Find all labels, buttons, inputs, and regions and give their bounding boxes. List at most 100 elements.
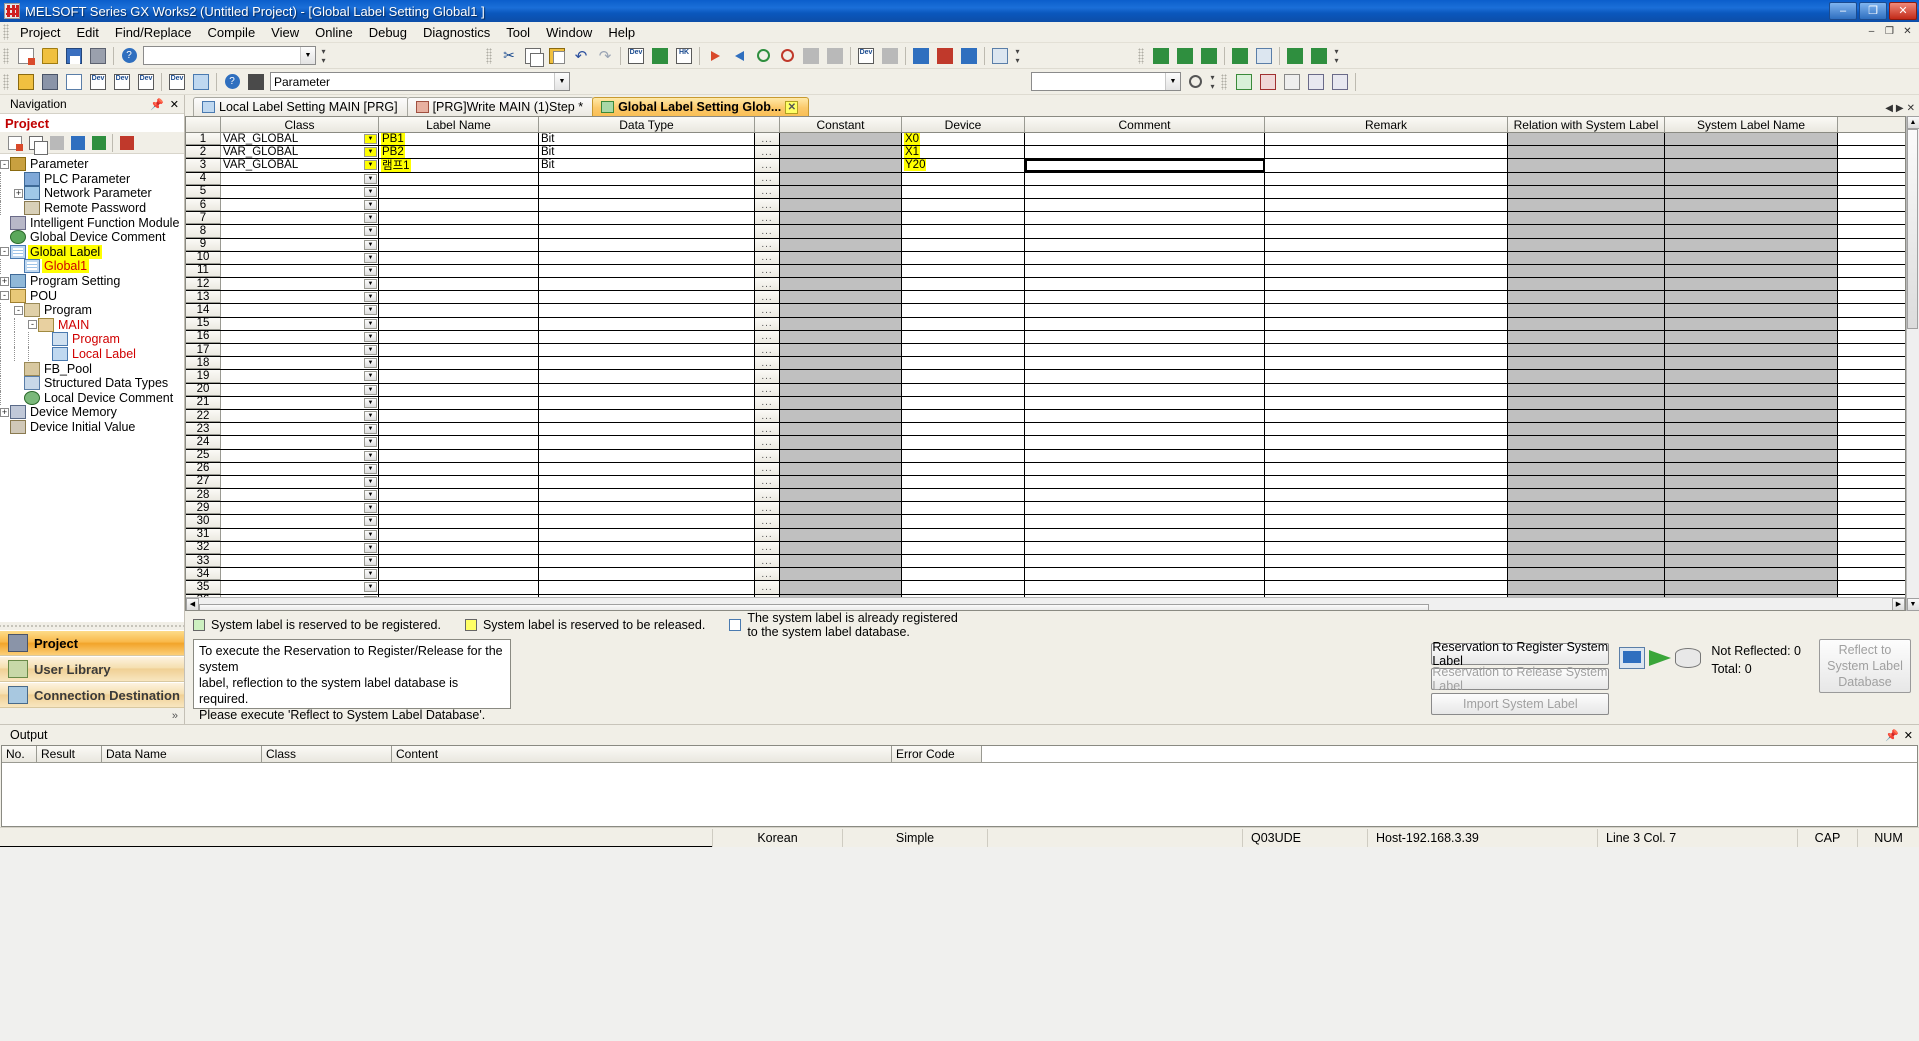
output-column-header-content[interactable]: Content: [392, 746, 892, 762]
class-dropdown-arrow-icon[interactable]: ▼: [364, 199, 377, 210]
parameter-combo[interactable]: Parameter ▼: [270, 72, 570, 91]
grid-cell-label[interactable]: [379, 291, 539, 304]
grid-cell-relation[interactable]: [1508, 291, 1665, 304]
grid-cell-constant[interactable]: [780, 278, 902, 291]
grid-cell-class[interactable]: ▼: [221, 502, 379, 515]
undo-icon[interactable]: ↶: [570, 45, 592, 67]
grid-cell-browse[interactable]: ...: [755, 264, 780, 278]
grid-column-header-browse[interactable]: [755, 117, 780, 132]
menu-view[interactable]: View: [263, 23, 307, 42]
grid-cell-label[interactable]: [379, 436, 539, 449]
tree-item-fb-pool[interactable]: FB_Pool: [0, 361, 184, 376]
grid-cell-device[interactable]: [902, 344, 1025, 357]
grid-cell-remark[interactable]: [1265, 304, 1508, 317]
grid-cell-comment[interactable]: [1025, 528, 1265, 541]
grid-cell-sysname[interactable]: [1665, 489, 1838, 502]
mdi-restore-button[interactable]: ❐: [1881, 25, 1898, 40]
reservation-register-button[interactable]: Reservation to Register System Label: [1431, 640, 1610, 668]
zoom-icon[interactable]: [1184, 71, 1206, 93]
grid-cell-constant[interactable]: [780, 225, 902, 238]
grid-cell-label[interactable]: [379, 278, 539, 291]
grid-row[interactable]: 11 ▼...: [186, 264, 1905, 279]
grid-cell-constant[interactable]: [780, 462, 902, 475]
grid-cell-remark[interactable]: [1265, 462, 1508, 475]
delete-row-icon[interactable]: [1257, 71, 1279, 93]
device-replace-icon[interactable]: HK: [673, 45, 695, 67]
grid-cell-relation[interactable]: [1508, 304, 1665, 317]
grid-cell-browse[interactable]: ...: [755, 133, 780, 146]
tree-item-intelligent-function-module[interactable]: Intelligent Function Module: [0, 215, 184, 230]
grid-cell-remark[interactable]: [1265, 133, 1508, 146]
grid-cell-comment[interactable]: [1025, 172, 1265, 185]
mdi-minimize-button[interactable]: –: [1863, 25, 1880, 40]
grid-cell-label[interactable]: [379, 541, 539, 554]
grid-cell-browse[interactable]: ...: [755, 291, 780, 304]
cross-reference-icon[interactable]: [190, 71, 212, 93]
copy-data-icon[interactable]: [26, 133, 48, 155]
grid-cell-label[interactable]: [379, 449, 539, 462]
grid-cell-label[interactable]: PB1: [379, 133, 539, 146]
grid-row[interactable]: 7 ▼...: [186, 212, 1905, 226]
tree-item-network-parameter[interactable]: + Network Parameter: [0, 186, 184, 201]
grid-cell-sysname[interactable]: [1665, 370, 1838, 383]
grid-cell-remark[interactable]: [1265, 370, 1508, 383]
toolbar-overflow-1[interactable]: ▾ ▾: [318, 46, 329, 66]
grid-cell-constant[interactable]: [780, 502, 902, 515]
grid-column-header-comment[interactable]: Comment: [1025, 117, 1265, 132]
grid-cell-constant[interactable]: [780, 409, 902, 423]
grid-cell-class[interactable]: ▼: [221, 185, 379, 198]
class-dropdown-arrow-icon[interactable]: ▼: [364, 569, 377, 580]
pin-icon[interactable]: 📌: [1885, 729, 1899, 742]
grid-cell-browse[interactable]: ...: [755, 541, 780, 554]
pin-icon[interactable]: 📌: [150, 98, 164, 111]
grid-cell-class[interactable]: ▼: [221, 423, 379, 436]
grid-cell-remark[interactable]: [1265, 515, 1508, 528]
grid-cell-comment[interactable]: [1025, 238, 1265, 251]
grid-cell-device[interactable]: [902, 212, 1025, 225]
tab-nav-close-icon[interactable]: ✕: [1907, 103, 1915, 114]
element-selection-icon[interactable]: [39, 71, 61, 93]
grid-cell-sysname[interactable]: [1665, 423, 1838, 436]
grid-cell-datatype[interactable]: [539, 396, 755, 409]
grid-cell-relation[interactable]: [1508, 357, 1665, 370]
grid-row[interactable]: 2 VAR_GLOBAL ▼ PB2 Bit... X1: [186, 146, 1905, 160]
help-icon[interactable]: ?: [118, 45, 140, 67]
grid-cell-label[interactable]: [379, 225, 539, 238]
grid-cell-sysname[interactable]: [1665, 317, 1838, 330]
grid-column-header-class[interactable]: Class: [221, 117, 379, 132]
grid-cell-comment[interactable]: [1025, 251, 1265, 264]
grid-cell-class[interactable]: ▼: [221, 225, 379, 238]
grid-cell-sysname[interactable]: [1665, 185, 1838, 198]
grid-cell-device[interactable]: [902, 528, 1025, 541]
grid-cell-remark[interactable]: [1265, 383, 1508, 396]
grid-cell-class[interactable]: ▼: [221, 568, 379, 581]
grid-cell-label[interactable]: [379, 555, 539, 568]
class-dropdown-arrow-icon[interactable]: ▼: [364, 424, 377, 435]
grid-cell-remark[interactable]: [1265, 317, 1508, 330]
grid-cell-relation[interactable]: [1508, 396, 1665, 409]
toolbar-overflow-2[interactable]: ▾ ▾: [1012, 46, 1023, 66]
grid-cell-sysname[interactable]: [1665, 555, 1838, 568]
grid-cell-remark[interactable]: [1265, 344, 1508, 357]
grid-cell-remark[interactable]: [1265, 172, 1508, 185]
global-label-grid[interactable]: Class Label Name Data Type Constant Device Co…: [185, 116, 1906, 611]
output-column-header-data-name[interactable]: Data Name: [102, 746, 262, 762]
scroll-down-button[interactable]: ▼: [1906, 598, 1919, 611]
tree-item-global-label[interactable]: - Global Label: [0, 244, 184, 260]
grid-cell-comment[interactable]: [1025, 436, 1265, 449]
grid-cell-class[interactable]: ▼: [221, 251, 379, 264]
grid-column-header-label[interactable]: Label Name: [379, 117, 539, 132]
toolbar-secondary-combo[interactable]: ▼: [1031, 72, 1181, 91]
grid-cell-remark[interactable]: [1265, 436, 1508, 449]
tree-expand-icon[interactable]: +: [14, 188, 23, 198]
grid-cell-constant[interactable]: [780, 555, 902, 568]
paste-icon[interactable]: [546, 45, 568, 67]
scroll-left-button[interactable]: ◀: [186, 597, 199, 610]
sampling-trace-icon[interactable]: [1150, 45, 1172, 67]
grid-cell-constant[interactable]: [780, 383, 902, 396]
tree-item-device-memory[interactable]: + Device Memory: [0, 405, 184, 420]
grid-cell-relation[interactable]: [1508, 212, 1665, 225]
nav-view-button-connection-destination[interactable]: Connection Destination: [0, 682, 184, 708]
grid-cell-comment[interactable]: [1025, 304, 1265, 317]
grid-cell-sysname[interactable]: [1665, 409, 1838, 423]
